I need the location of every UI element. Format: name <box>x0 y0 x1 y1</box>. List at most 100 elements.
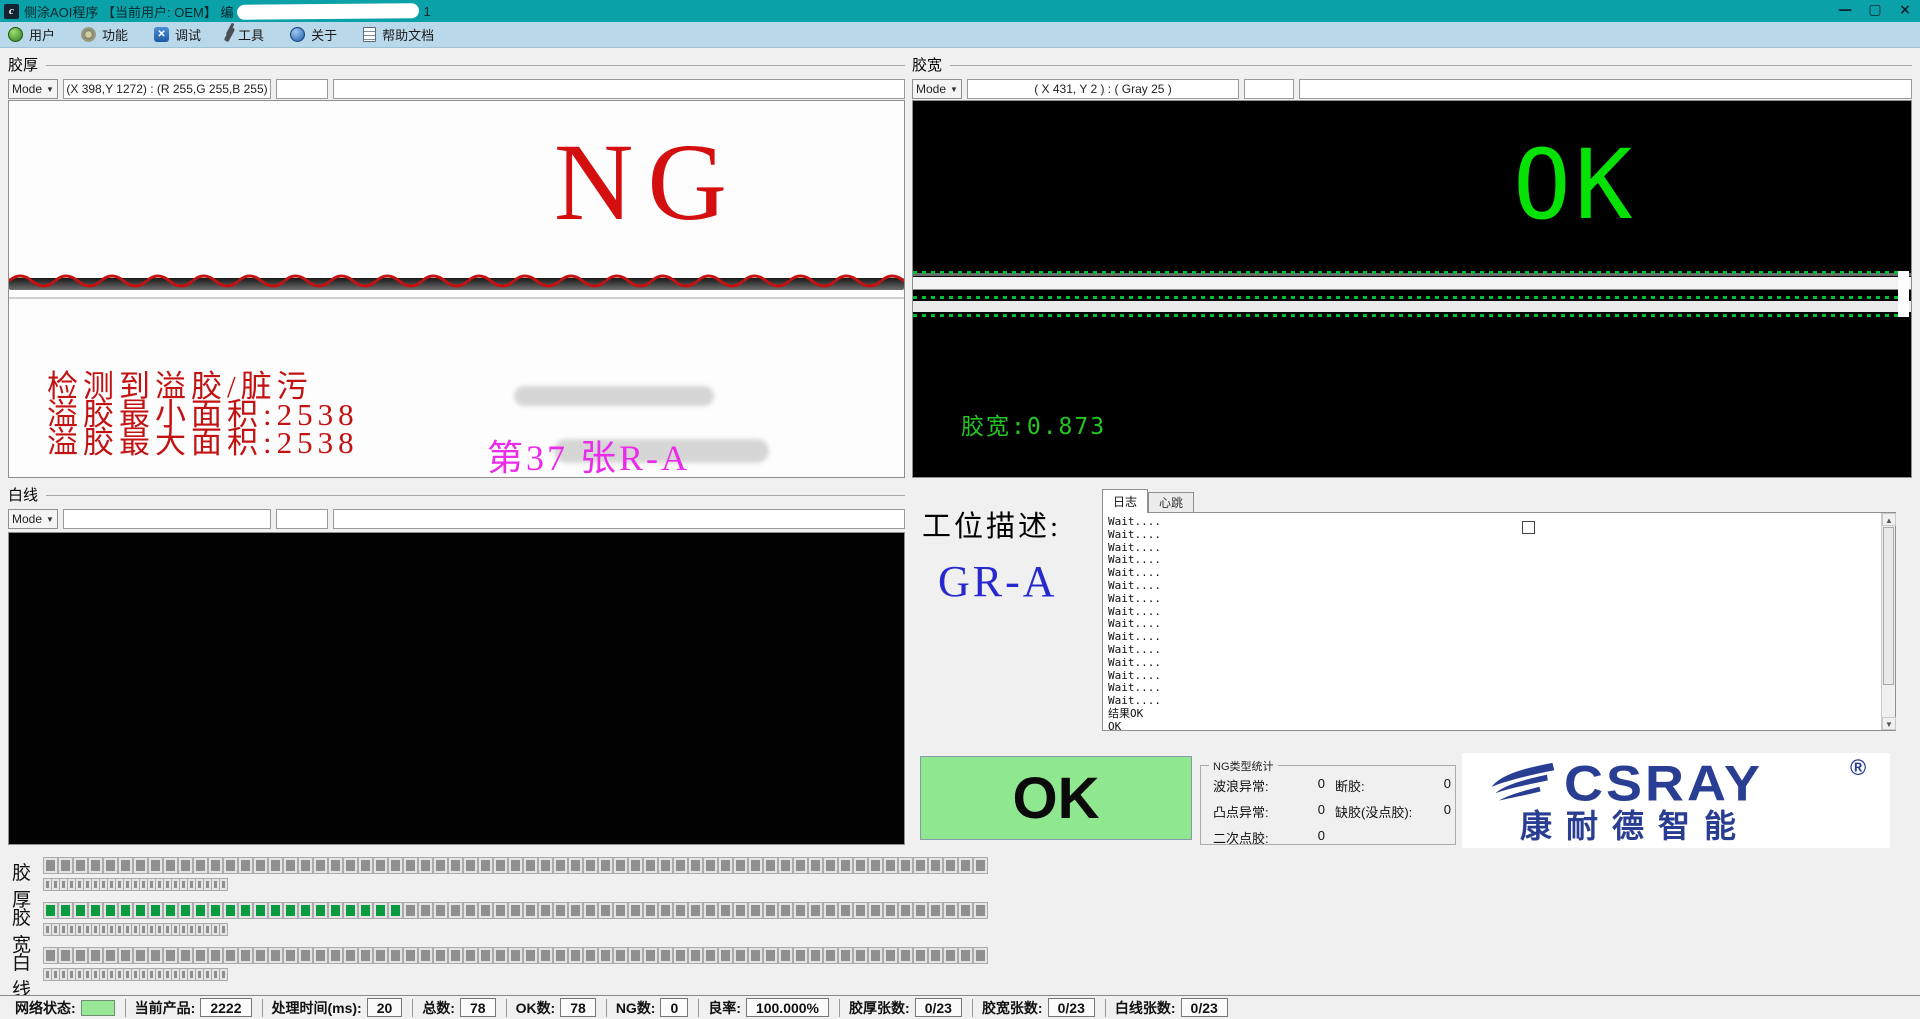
grid-cell <box>764 903 777 918</box>
jiaokuan-field-2[interactable] <box>1244 79 1294 99</box>
status-label-current-product: 当前产品: <box>135 998 196 1018</box>
scroll-down-icon[interactable]: ▼ <box>1882 717 1896 730</box>
grid-cell <box>569 948 582 963</box>
grid-cell <box>104 948 117 963</box>
tab-heartbeat[interactable]: 心跳 <box>1148 492 1194 513</box>
grid-cell <box>884 948 897 963</box>
grid-cell <box>44 879 51 890</box>
grid-cell <box>974 903 987 918</box>
baixian-mode-dropdown[interactable]: Mode ▼ <box>8 509 58 529</box>
status-value-yield-rate: 100.000% <box>746 998 829 1017</box>
grid-cell <box>68 879 75 890</box>
grid-cell <box>479 948 492 963</box>
jiaokuan-field-3[interactable] <box>1299 79 1912 99</box>
overall-result-button[interactable]: OK <box>920 756 1192 840</box>
grid-cell <box>689 903 702 918</box>
menu-item-function[interactable]: 功能 <box>81 25 128 44</box>
grid-cell <box>68 924 75 935</box>
grid-row-2 <box>44 924 989 943</box>
grid-cell <box>59 858 72 873</box>
grid-cell <box>539 948 552 963</box>
grid-cell <box>494 903 507 918</box>
jiaokuan-result-text: OK <box>1513 129 1637 241</box>
jiaokuan-image-view[interactable]: OK 胶宽:0.873 <box>912 100 1912 478</box>
log-line: Wait.... <box>1108 631 1881 644</box>
grid-cell <box>92 969 99 980</box>
separator <box>412 999 413 1017</box>
scrollbar-thumb[interactable] <box>1883 527 1894 685</box>
jiaohou-field-2[interactable] <box>276 79 328 99</box>
log-line: Wait.... <box>1108 554 1881 567</box>
log-checkbox[interactable] <box>1522 521 1535 534</box>
jiaohou-mode-dropdown[interactable]: Mode ▼ <box>8 79 58 99</box>
status-value-total-count: 78 <box>460 998 496 1017</box>
grid-cell <box>196 879 203 890</box>
log-line: Wait.... <box>1108 618 1881 631</box>
grid-cell <box>359 948 372 963</box>
grid-cell <box>929 858 942 873</box>
maximize-button[interactable]: ▢ <box>1860 0 1890 22</box>
grid-cell <box>434 948 447 963</box>
grid-cell <box>89 948 102 963</box>
menu-item-help[interactable]: 帮助文档 <box>363 25 434 44</box>
grid-cell <box>599 903 612 918</box>
grid-cell <box>809 903 822 918</box>
grid-cell <box>220 879 227 890</box>
redacted-area <box>237 3 419 20</box>
separator <box>262 999 263 1017</box>
menu-item-about[interactable]: 关于 <box>290 25 337 44</box>
close-button[interactable]: × <box>1890 0 1920 22</box>
title-bar: c 侧涂AOI程序 【当前用户: OEM】 编 1 — ▢ × <box>0 0 1920 22</box>
grid-cell <box>116 879 123 890</box>
grid-cell <box>674 903 687 918</box>
jiaohou-pixel-info-field[interactable]: (X 398,Y 1272) : (R 255,G 255,B 255) <box>63 79 271 99</box>
baixian-panel-header: 白线 <box>8 482 905 506</box>
grid-cell <box>569 903 582 918</box>
grid-cell <box>629 948 642 963</box>
log-line: Wait.... <box>1108 682 1881 695</box>
baixian-field-3[interactable] <box>333 509 905 529</box>
menu-item-user[interactable]: 用户 <box>8 25 55 44</box>
grid-cell <box>149 858 162 873</box>
baixian-image-view[interactable] <box>8 532 905 845</box>
grid-cell <box>299 948 312 963</box>
grid-cell <box>584 858 597 873</box>
baixian-field-2[interactable] <box>276 509 328 529</box>
chevron-down-icon: ▼ <box>950 85 958 94</box>
grid-cell <box>434 858 447 873</box>
minimize-button[interactable]: — <box>1830 0 1860 22</box>
jiaohou-field-3[interactable] <box>333 79 905 99</box>
menu-item-tools[interactable]: 工具 <box>227 25 264 44</box>
grid-cell <box>404 948 417 963</box>
grid-cell <box>74 948 87 963</box>
baixian-field-1[interactable] <box>63 509 271 529</box>
grid-cell <box>719 948 732 963</box>
grid-cell <box>108 924 115 935</box>
app-logo-icon: c <box>4 4 19 19</box>
grid-cell <box>212 969 219 980</box>
grid-cell <box>374 948 387 963</box>
log-line: Wait.... <box>1108 644 1881 657</box>
menu-item-debug[interactable]: ✕调试 <box>154 25 201 44</box>
menu-item-label: 帮助文档 <box>382 25 434 44</box>
grid-cell <box>404 858 417 873</box>
jiaohou-image-view[interactable]: NG 检测到溢胶/脏污 溢胶最小面积:2538 溢胶最大面积:2538 第37 … <box>8 100 905 478</box>
status-label-total-count: 总数: <box>422 998 455 1018</box>
jiaokuan-pixel-info-field[interactable]: ( X 431, Y 2 ) : ( Gray 25 ) <box>967 79 1239 99</box>
jiaohou-detect-messages: 检测到溢胶/脏污 溢胶最小面积:2538 溢胶最大面积:2538 <box>47 373 359 457</box>
grid-cell <box>824 858 837 873</box>
grid-cell <box>809 858 822 873</box>
tab-log[interactable]: 日志 <box>1102 489 1148 513</box>
grid-cell <box>869 948 882 963</box>
grid-cell <box>212 924 219 935</box>
jiaokuan-mode-dropdown[interactable]: Mode ▼ <box>912 79 962 99</box>
status-value-jiaokuan-frames: 0/23 <box>1048 998 1095 1017</box>
chevron-down-icon: ▼ <box>46 85 54 94</box>
grid-cell <box>52 924 59 935</box>
grid-cell <box>674 948 687 963</box>
log-scrollbar[interactable]: ▲ ▼ <box>1881 513 1895 730</box>
grid-cell <box>854 858 867 873</box>
ng-stat-label: 凸点异常: <box>1213 802 1269 821</box>
scroll-up-icon[interactable]: ▲ <box>1882 513 1896 526</box>
status-value-baixian-frames: 0/23 <box>1181 998 1228 1017</box>
